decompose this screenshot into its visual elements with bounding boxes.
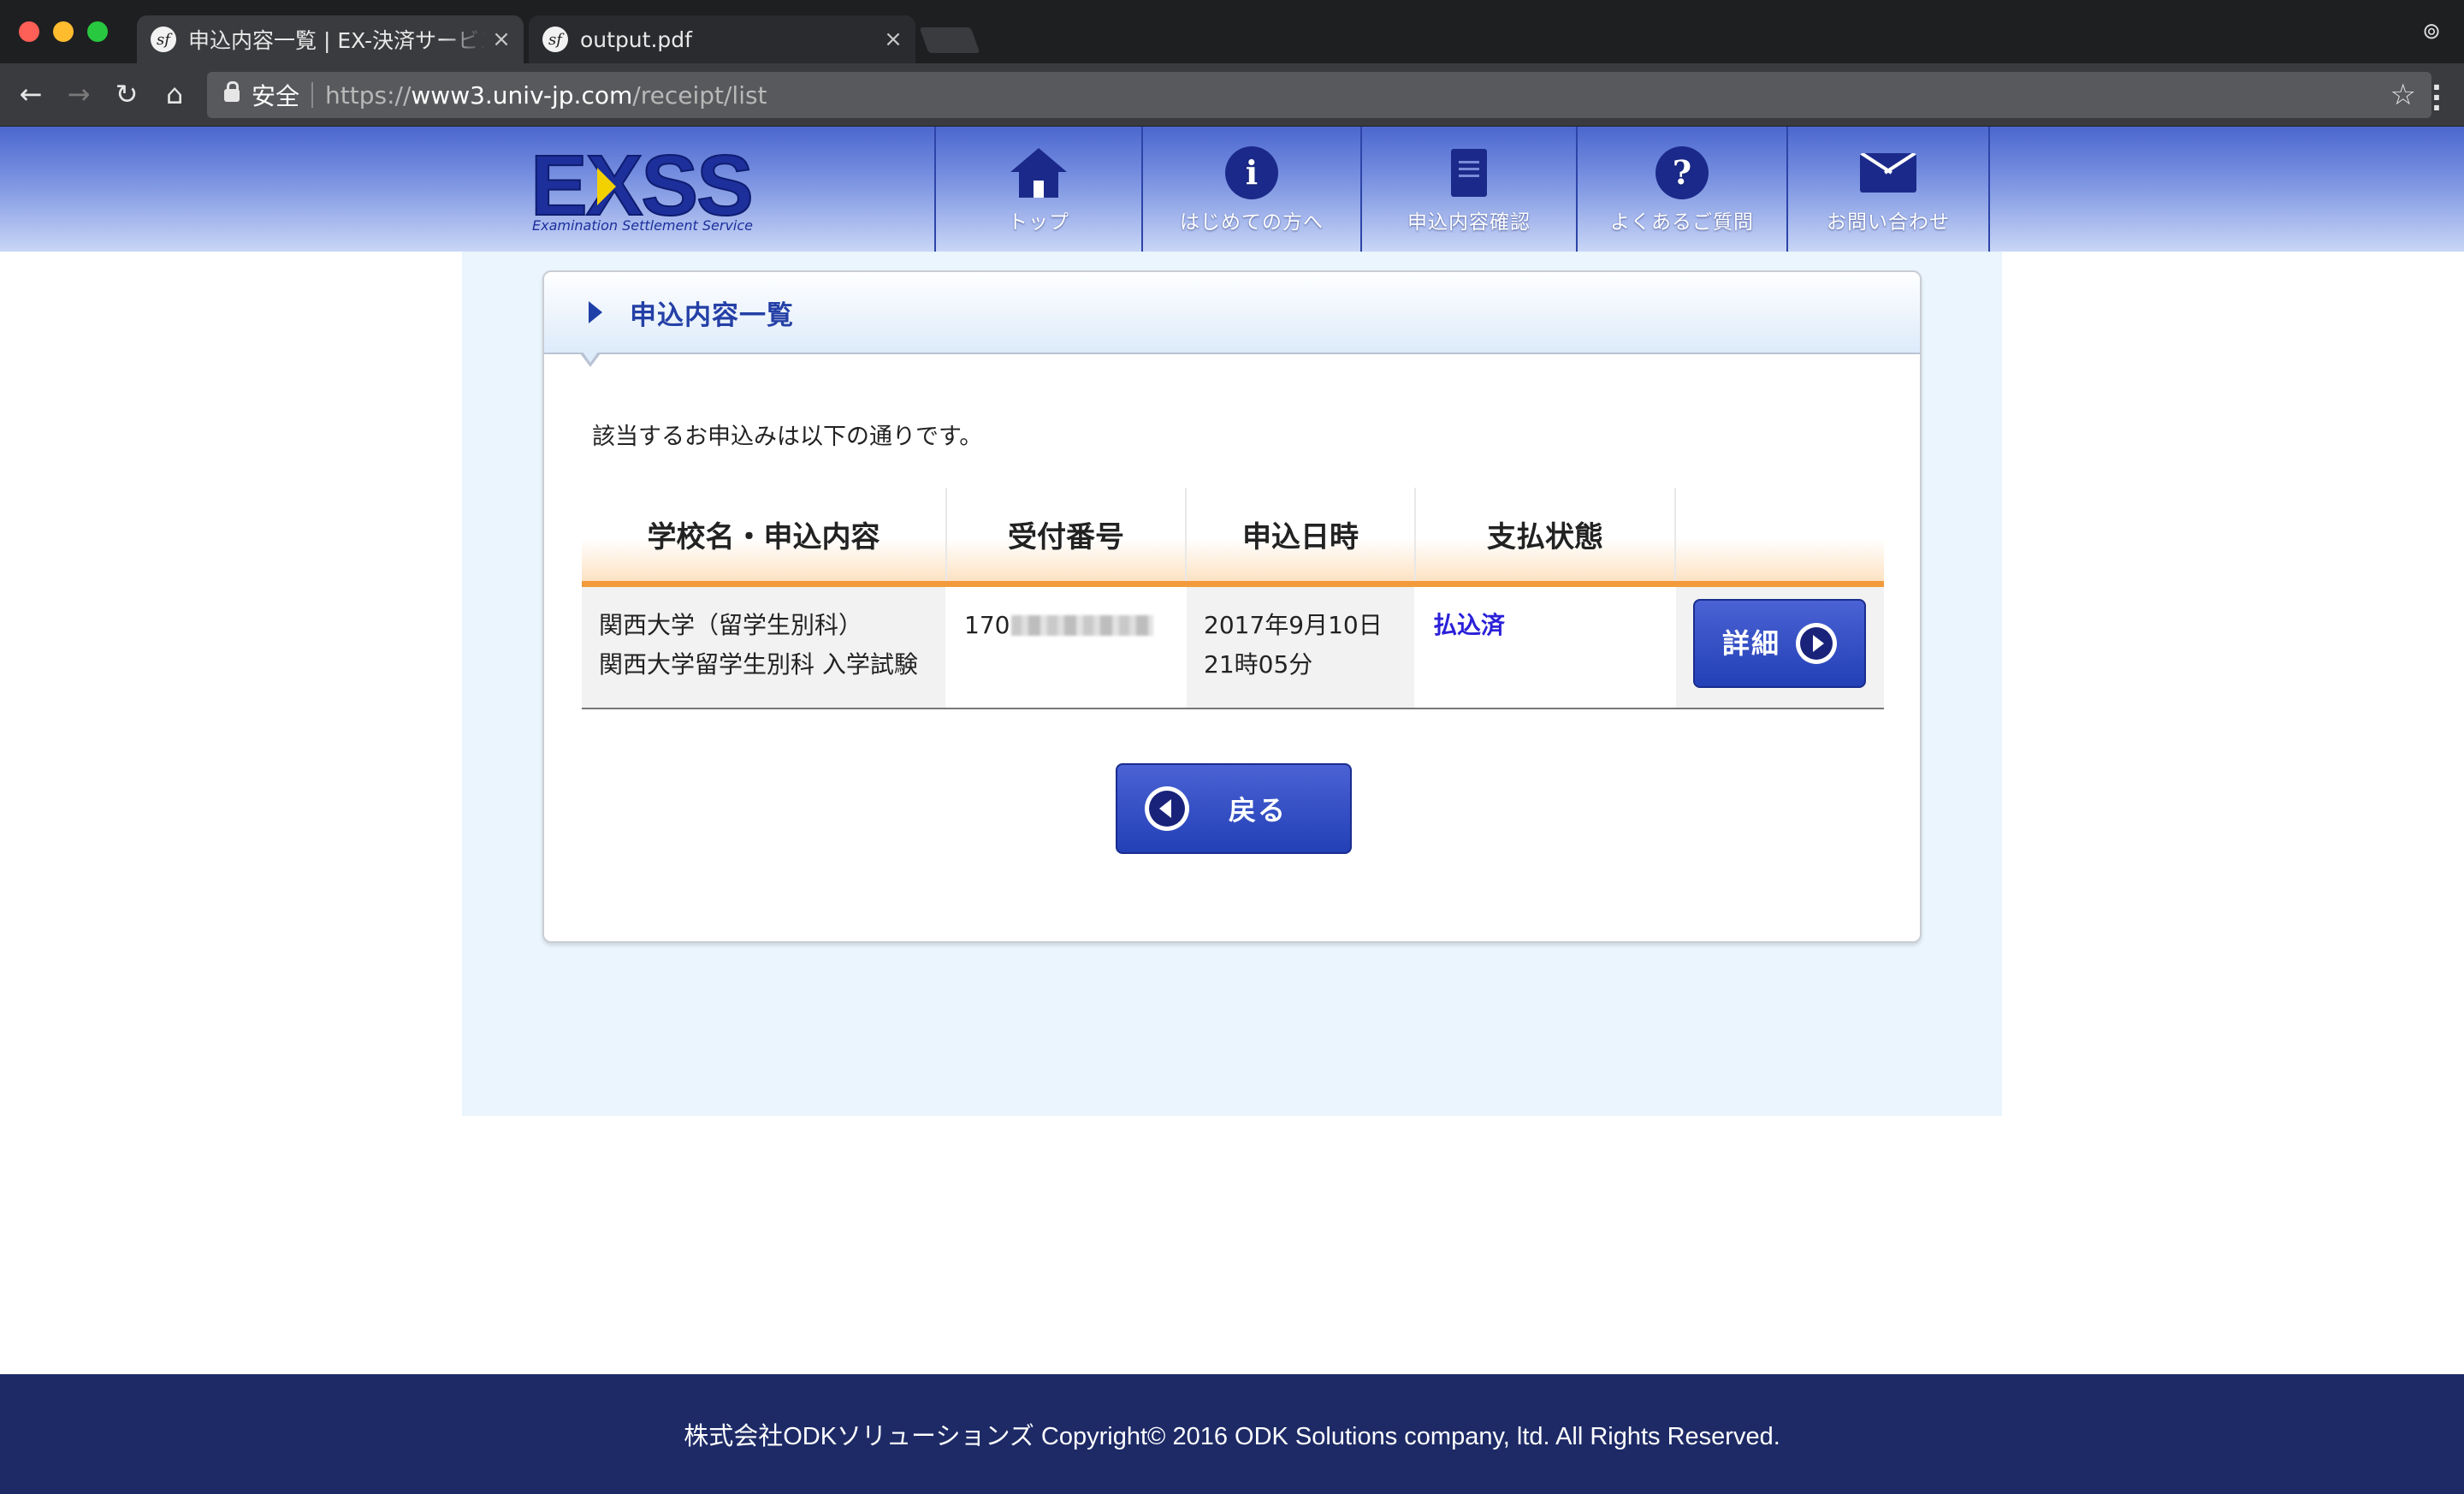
browser-titlebar: sf 申込内容一覧 | EX-決済サービス × sf output.pdf × … xyxy=(0,0,2464,63)
cell-date: 2017年9月10日 21時05分 xyxy=(1185,584,1415,709)
nav-item-top[interactable]: トップ xyxy=(934,127,1141,252)
column-header-school: 学校名・申込内容 xyxy=(582,488,946,587)
question-icon: ? xyxy=(1656,146,1709,199)
mail-icon xyxy=(1860,153,1916,193)
back-button-label: 戻る xyxy=(1229,794,1288,827)
cell-school: 関西大学（留学生別科） 関西大学留学生別科 入学試験 xyxy=(582,584,946,709)
status-badge: 払込済 xyxy=(1433,610,1506,639)
exam-name: 関西大学留学生別科 入学試験 xyxy=(599,649,918,679)
column-header-action xyxy=(1674,488,1884,587)
nav-label: お問い合わせ xyxy=(1827,211,1950,234)
address-separator xyxy=(311,82,314,108)
school-name: 関西大学（留学生別科） xyxy=(599,610,863,639)
info-icon: i xyxy=(1225,146,1278,199)
cell-status: 払込済 xyxy=(1414,584,1675,709)
table-header-row: 学校名・申込内容 受付番号 申込日時 支払状態 xyxy=(582,488,1884,587)
home-icon[interactable]: ⌂ xyxy=(157,77,192,111)
exss-logo[interactable]: EXSS Examination Settlement Service xyxy=(530,138,787,234)
cell-receipt-no: 170 xyxy=(945,584,1186,709)
intro-text: 該当するお申込みは以下の通りです。 xyxy=(592,424,983,450)
nav-item-faq[interactable]: ? よくあるご質問 xyxy=(1576,127,1786,252)
cell-action: 詳細 xyxy=(1674,584,1884,709)
browser-tab-active[interactable]: sf 申込内容一覧 | EX-決済サービス × xyxy=(137,15,524,63)
panel-header: 申込内容一覧 xyxy=(544,272,1920,354)
url-path: /receipt/list xyxy=(632,80,767,110)
receipt-table: 学校名・申込内容 受付番号 申込日時 支払状態 関西大学（留学生別科） 関西大学… xyxy=(582,488,1884,709)
back-icon[interactable]: ← xyxy=(14,77,48,111)
nav-label: 申込内容確認 xyxy=(1407,211,1531,234)
nav-item-confirm[interactable]: 申込内容確認 xyxy=(1360,127,1576,252)
arrow-right-icon xyxy=(1796,622,1837,664)
symfony-favicon-icon: sf xyxy=(542,27,568,52)
address-bar[interactable]: 安全 https://www3.univ-jp.com/receipt/list… xyxy=(207,72,2431,118)
back-button[interactable]: 戻る xyxy=(1116,763,1352,854)
receipt-list-panel: 申込内容一覧 該当するお申込みは以下の通りです。 学校名・申込内容 受付番号 申… xyxy=(542,270,1922,943)
lock-icon xyxy=(224,80,240,102)
nav-label: トップ xyxy=(1008,211,1069,234)
application-date: 2017年9月10日 xyxy=(1204,610,1383,639)
tab-title: output.pdf xyxy=(580,27,692,52)
nav-item-contact[interactable]: お問い合わせ xyxy=(1786,127,1990,252)
url-text[interactable]: https://www3.univ-jp.com/receipt/list xyxy=(325,81,767,110)
minimize-window-button[interactable] xyxy=(53,21,74,42)
redacted-number xyxy=(1011,614,1154,636)
url-scheme: https:// xyxy=(325,80,412,110)
close-window-button[interactable] xyxy=(19,21,39,42)
nav-label: よくあるご質問 xyxy=(1610,211,1754,234)
copyright-text: 株式会社ODKソリューションズ Copyright© 2016 ODK Solu… xyxy=(684,1423,1780,1450)
triangle-bullet-icon xyxy=(589,301,602,323)
symfony-favicon-icon: sf xyxy=(151,27,176,52)
arrow-left-icon xyxy=(1145,786,1189,831)
house-icon xyxy=(1010,148,1067,198)
nav-label: はじめての方へ xyxy=(1180,211,1324,234)
detail-button-label: 詳細 xyxy=(1721,626,1780,660)
page-title: 申込内容一覧 xyxy=(630,299,794,331)
incognito-icon: ⊚ xyxy=(2422,19,2441,44)
star-icon[interactable]: ☆ xyxy=(2390,78,2416,112)
column-header-receipt-no: 受付番号 xyxy=(945,488,1186,587)
site-header: EXSS Examination Settlement Service トップ … xyxy=(0,127,2464,252)
column-header-date: 申込日時 xyxy=(1185,488,1415,587)
global-nav: トップ i はじめての方へ 申込内容確認 ? よくあるご質問 お問い合わせ xyxy=(934,127,1990,252)
detail-button[interactable]: 詳細 xyxy=(1693,598,1866,688)
application-time: 21時05分 xyxy=(1204,649,1313,679)
menu-icon[interactable]: · · · xyxy=(2428,74,2445,122)
column-header-status: 支払状態 xyxy=(1414,488,1675,587)
secure-label: 安全 xyxy=(252,82,300,110)
header-tail xyxy=(580,352,601,367)
browser-toolbar: ← → ↻ ⌂ 安全 https://www3.univ-jp.com/rece… xyxy=(0,63,2464,127)
reload-icon[interactable]: ↻ xyxy=(110,77,144,111)
site-footer: 株式会社ODKソリューションズ Copyright© 2016 ODK Solu… xyxy=(0,1374,2464,1494)
logo-subtitle: Examination Settlement Service xyxy=(532,217,753,234)
tab-close-icon[interactable]: × xyxy=(486,27,517,52)
tab-title: 申込内容一覧 | EX-決済サービス xyxy=(188,28,486,53)
nav-item-first-time[interactable]: i はじめての方へ xyxy=(1141,127,1360,252)
browser-tab-pdf[interactable]: sf output.pdf × xyxy=(529,15,915,63)
tab-close-icon[interactable]: × xyxy=(878,27,909,52)
document-icon xyxy=(1451,149,1487,197)
table-row: 関西大学（留学生別科） 関西大学留学生別科 入学試験 170 2017年9月10… xyxy=(582,584,1884,709)
receipt-number: 170 xyxy=(964,610,1010,639)
logo-text: EXSS xyxy=(530,138,755,234)
forward-icon[interactable]: → xyxy=(62,77,96,111)
logo-arrow-icon xyxy=(597,168,616,205)
new-tab-button[interactable] xyxy=(919,27,980,53)
url-host: www3.univ-jp.com xyxy=(411,80,633,110)
maximize-window-button[interactable] xyxy=(87,21,108,42)
